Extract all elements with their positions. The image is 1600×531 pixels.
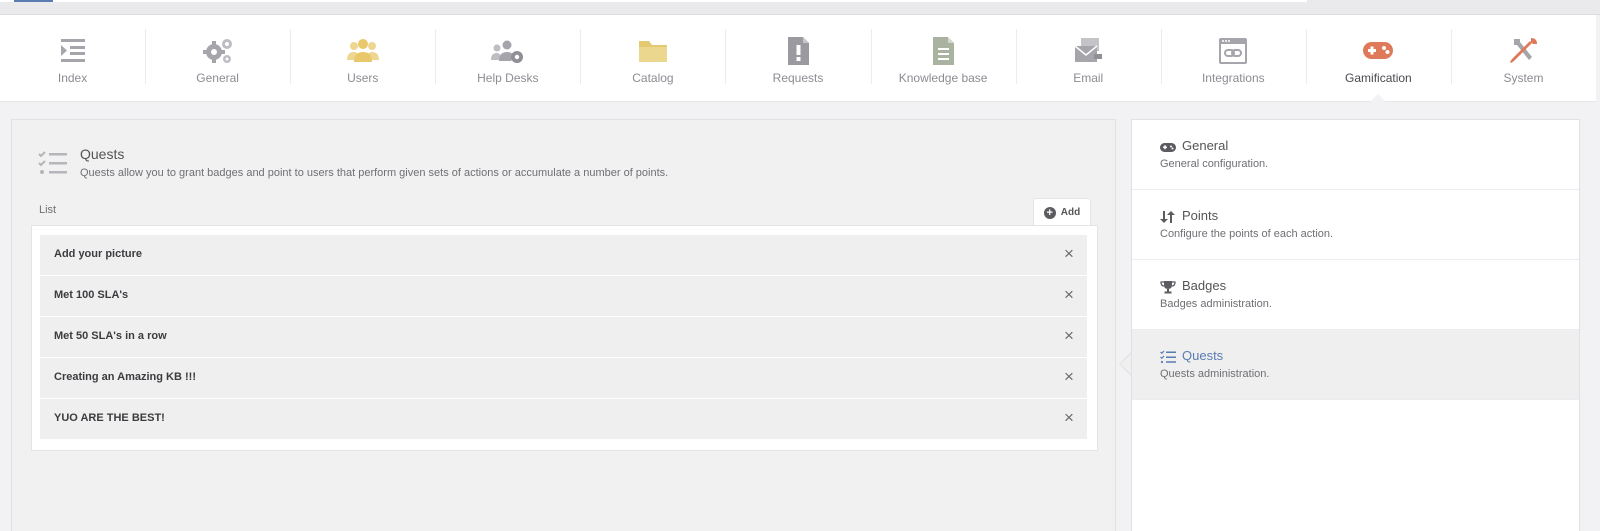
nav-label: Gamification	[1345, 71, 1412, 85]
admin-nav: Index General Users Help Desks Catalog R…	[0, 15, 1596, 102]
close-icon[interactable]: ×	[1060, 409, 1078, 427]
sort-arrows-icon	[1160, 211, 1175, 223]
nav-item-knowledge-base[interactable]: Knowledge base	[870, 15, 1016, 102]
sidebar-item-title: Badges	[1182, 278, 1227, 293]
list-item[interactable]: Met 50 SLA's in a row ×	[40, 317, 1087, 357]
list-item[interactable]: Add your picture ×	[40, 235, 1087, 275]
nav-item-users[interactable]: Users	[290, 15, 435, 102]
trophy-icon	[1160, 281, 1176, 294]
top-loading-bar	[0, 0, 1600, 15]
nav-item-catalog[interactable]: Catalog	[580, 15, 725, 102]
nav-item-system[interactable]: System	[1450, 15, 1596, 102]
nav-item-requests[interactable]: Requests	[725, 15, 870, 102]
sidebar-item-title: Points	[1182, 208, 1219, 223]
loading-track	[0, 0, 1307, 2]
sidebar-item-badges[interactable]: Badges Badges administration.	[1132, 260, 1579, 330]
request-file-icon	[788, 37, 810, 65]
document-icon	[933, 37, 955, 65]
integrations-icon	[1219, 38, 1248, 64]
nav-label: Requests	[772, 71, 824, 85]
nav-label: Catalog	[632, 71, 674, 85]
gamepad-icon	[1160, 143, 1176, 152]
nav-label: Users	[347, 71, 379, 85]
nav-item-index[interactable]: Index	[0, 15, 145, 102]
quests-list: Add your picture × Met 100 SLA's × Met 5…	[31, 225, 1098, 451]
quest-name: Add your picture	[54, 248, 143, 260]
nav-item-integrations[interactable]: Integrations	[1160, 15, 1306, 102]
email-icon	[1074, 38, 1103, 62]
loading-indicator	[14, 0, 53, 2]
sidebar-item-general[interactable]: General General configuration.	[1132, 120, 1579, 190]
quest-name: Met 100 SLA's	[54, 289, 129, 301]
users-icon	[346, 39, 379, 62]
gears-icon	[202, 39, 232, 63]
gamepad-icon	[1363, 42, 1394, 59]
close-icon[interactable]: ×	[1060, 286, 1078, 304]
sidebar-item-title: Quests	[1182, 348, 1224, 363]
help-desks-icon	[490, 40, 523, 63]
nav-label: System	[1503, 71, 1544, 85]
nav-label: Integrations	[1201, 71, 1265, 85]
tools-icon	[1510, 38, 1538, 63]
sidebar-item-title: General	[1182, 138, 1229, 153]
quest-name: YUO ARE THE BEST!	[54, 412, 165, 424]
nav-item-email[interactable]: Email	[1015, 15, 1161, 102]
quest-name: Met 50 SLA's in a row	[54, 330, 167, 342]
list-label: List	[39, 204, 57, 216]
nav-item-gamification[interactable]: Gamification	[1305, 15, 1451, 102]
nav-label: General	[196, 71, 239, 85]
nav-item-general[interactable]: General	[145, 15, 290, 102]
close-icon[interactable]: ×	[1060, 327, 1078, 345]
plus-circle-icon: +	[1043, 206, 1056, 219]
checklist-icon	[1160, 350, 1176, 364]
close-icon[interactable]: ×	[1060, 368, 1078, 386]
folder-icon	[638, 41, 667, 62]
sidebar-item-description: Badges administration.	[1160, 298, 1272, 310]
list-item[interactable]: Met 100 SLA's ×	[40, 276, 1087, 316]
sidebar-item-quests[interactable]: Quests Quests administration.	[1132, 330, 1579, 400]
add-button-label: Add	[1060, 207, 1081, 218]
quest-name: Creating an Amazing KB !!!	[54, 371, 196, 383]
quests-panel: Quests Quests allow you to grant badges …	[11, 119, 1116, 531]
sidebar-item-description: Quests administration.	[1160, 368, 1270, 380]
sidebar-item-description: General configuration.	[1160, 158, 1269, 170]
nav-label: Knowledge base	[898, 71, 988, 85]
nav-label: Index	[57, 71, 88, 85]
index-icon	[60, 39, 85, 62]
sidebar-item-points[interactable]: Points Configure the points of each acti…	[1132, 190, 1579, 260]
close-icon[interactable]: ×	[1060, 245, 1078, 263]
nav-item-help-desks[interactable]: Help Desks	[435, 15, 580, 102]
list-item[interactable]: YUO ARE THE BEST! ×	[40, 399, 1087, 439]
nav-label: Help Desks	[477, 71, 539, 85]
page-description: Quests allow you to grant badges and poi…	[80, 167, 669, 179]
page-title: Quests	[80, 146, 125, 162]
nav-label: Email	[1073, 71, 1104, 85]
checklist-icon	[38, 151, 67, 174]
gamification-sidebar: General General configuration. Points Co…	[1131, 119, 1580, 531]
list-item[interactable]: Creating an Amazing KB !!! ×	[40, 358, 1087, 398]
add-quest-button[interactable]: + Add	[1033, 198, 1091, 226]
sidebar-item-description: Configure the points of each action.	[1160, 228, 1334, 240]
